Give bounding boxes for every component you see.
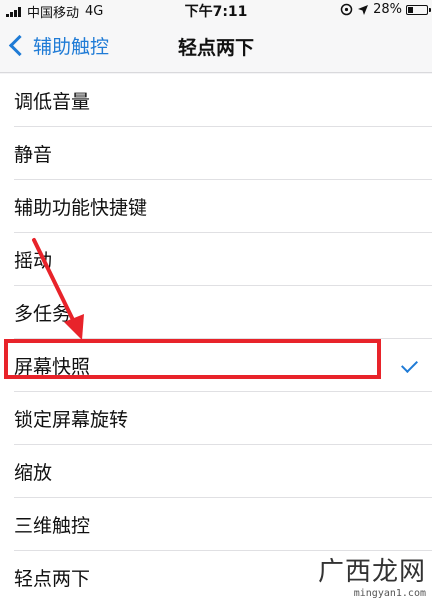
checkmark-icon bbox=[401, 356, 418, 373]
option-row-mute[interactable]: 静音 bbox=[0, 127, 432, 180]
option-label: 轻点两下 bbox=[14, 568, 91, 590]
option-row-lock-rotation[interactable]: 锁定屏幕旋转 bbox=[0, 392, 432, 445]
status-bar: 中国移动 4G 下午7:11 28% bbox=[0, 0, 432, 21]
option-label: 缩放 bbox=[14, 462, 53, 484]
status-right: 28% bbox=[340, 2, 431, 17]
option-row-3d-touch[interactable]: 三维触控 bbox=[0, 498, 432, 551]
option-label: 锁定屏幕旋转 bbox=[14, 409, 129, 431]
option-label: 屏幕快照 bbox=[14, 356, 91, 378]
navigation-bar: 辅助触控 轻点两下 bbox=[0, 20, 432, 73]
option-label: 调低音量 bbox=[14, 91, 91, 113]
option-row-double-tap[interactable]: 轻点两下 bbox=[0, 551, 432, 604]
option-label: 摇动 bbox=[14, 250, 53, 272]
alarm-icon bbox=[340, 3, 353, 16]
page-title: 轻点两下 bbox=[177, 37, 254, 59]
options-list: 调低音量 静音 辅助功能快捷键 摇动 多任务 屏幕快照 锁定屏幕旋转 缩放 三维… bbox=[0, 74, 432, 604]
option-row-accessibility-shortcut[interactable]: 辅助功能快捷键 bbox=[0, 180, 432, 233]
option-label: 静音 bbox=[14, 144, 53, 166]
option-label: 三维触控 bbox=[14, 515, 91, 537]
option-row-shake[interactable]: 摇动 bbox=[0, 233, 432, 286]
option-label: 辅助功能快捷键 bbox=[14, 197, 148, 219]
option-row-volume-down[interactable]: 调低音量 bbox=[0, 74, 432, 127]
option-row-screenshot[interactable]: 屏幕快照 bbox=[0, 339, 432, 392]
battery-percent: 28% bbox=[373, 2, 402, 17]
option-row-zoom[interactable]: 缩放 bbox=[0, 445, 432, 498]
option-row-multitasking[interactable]: 多任务 bbox=[0, 286, 432, 339]
location-arrow-icon bbox=[358, 4, 369, 15]
option-label: 多任务 bbox=[14, 303, 72, 325]
battery-icon bbox=[406, 4, 431, 15]
